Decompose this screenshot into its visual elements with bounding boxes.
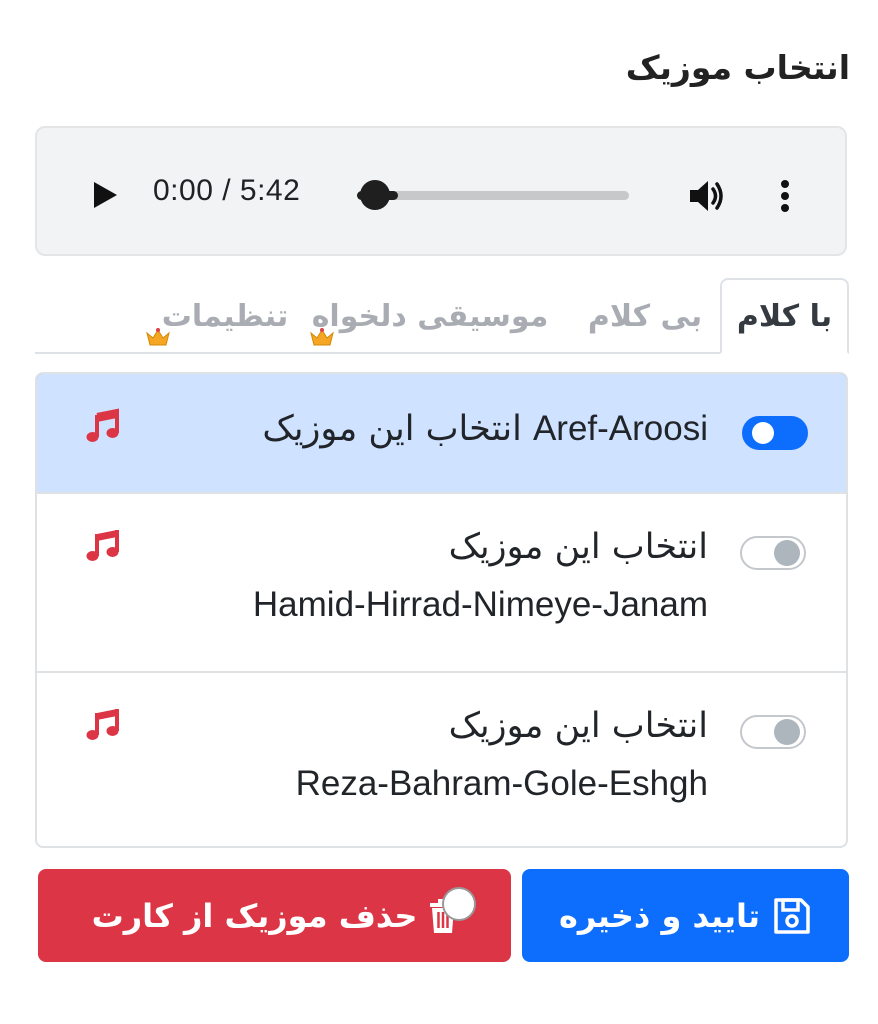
select-label: انتخاب این موزیک xyxy=(262,409,522,449)
music-list: Aref-Aroosi انتخاب این موزیک انتخاب این … xyxy=(35,372,848,848)
seek-slider[interactable] xyxy=(357,180,629,210)
more-vert-icon[interactable] xyxy=(773,176,797,216)
save-button-label: تایید و ذخیره xyxy=(558,896,761,935)
song-name: Aref-Aroosi xyxy=(532,409,708,448)
volume-icon[interactable] xyxy=(687,176,727,216)
select-toggle[interactable] xyxy=(740,536,806,570)
select-label: انتخاب این موزیک xyxy=(448,527,708,567)
page-title: انتخاب موزیک xyxy=(625,48,850,87)
play-icon[interactable] xyxy=(91,181,119,209)
toggle-knob xyxy=(774,540,800,566)
audio-player: 0:00 / 5:42 xyxy=(35,126,847,256)
select-toggle[interactable] xyxy=(740,715,806,749)
list-item[interactable]: انتخاب این موزیک Hamid-Hirrad-Nimeye-Jan… xyxy=(37,492,846,671)
song-name: Reza-Bahram-Gole-Eshgh xyxy=(295,764,708,803)
floppy-disk-icon xyxy=(774,897,810,934)
list-item[interactable]: انتخاب این موزیک Reza-Bahram-Gole-Eshgh xyxy=(37,671,846,846)
playback-time: 0:00 / 5:42 xyxy=(153,174,301,207)
select-label: انتخاب این موزیک xyxy=(448,706,708,746)
tab-favorite-music[interactable]: موسیقی دلخواه xyxy=(300,278,560,354)
delete-music-button[interactable]: حذف موزیک از کارت xyxy=(38,869,511,962)
music-note-icon xyxy=(86,709,119,740)
radio-indicator[interactable] xyxy=(442,887,476,921)
save-button[interactable]: تایید و ذخیره xyxy=(522,869,849,962)
song-label[interactable]: انتخاب این موزیک Reza-Bahram-Gole-Eshgh xyxy=(296,697,708,813)
toggle-knob xyxy=(774,719,800,745)
delete-button-label: حذف موزیک از کارت xyxy=(91,896,418,935)
music-selection-panel: انتخاب موزیک 0:00 / 5:42 با کلام بی کلام… xyxy=(0,0,878,1024)
song-label[interactable]: Aref-Aroosi انتخاب این موزیک xyxy=(262,400,708,458)
music-note-icon xyxy=(86,530,119,561)
crown-icon xyxy=(310,328,334,346)
tab-bi-kalam[interactable]: بی کلام xyxy=(580,278,710,354)
tab-ba-kalam[interactable]: با کلام xyxy=(720,278,849,354)
seek-thumb[interactable] xyxy=(360,180,390,210)
tab-settings[interactable]: تنظیمات xyxy=(150,278,300,354)
music-note-icon xyxy=(86,408,119,442)
song-name: Hamid-Hirrad-Nimeye-Janam xyxy=(252,585,708,624)
crown-icon xyxy=(146,328,170,346)
select-toggle[interactable] xyxy=(742,416,808,450)
toggle-knob xyxy=(752,422,774,444)
list-item[interactable]: Aref-Aroosi انتخاب این موزیک xyxy=(37,374,846,494)
song-label[interactable]: انتخاب این موزیک Hamid-Hirrad-Nimeye-Jan… xyxy=(253,518,708,634)
